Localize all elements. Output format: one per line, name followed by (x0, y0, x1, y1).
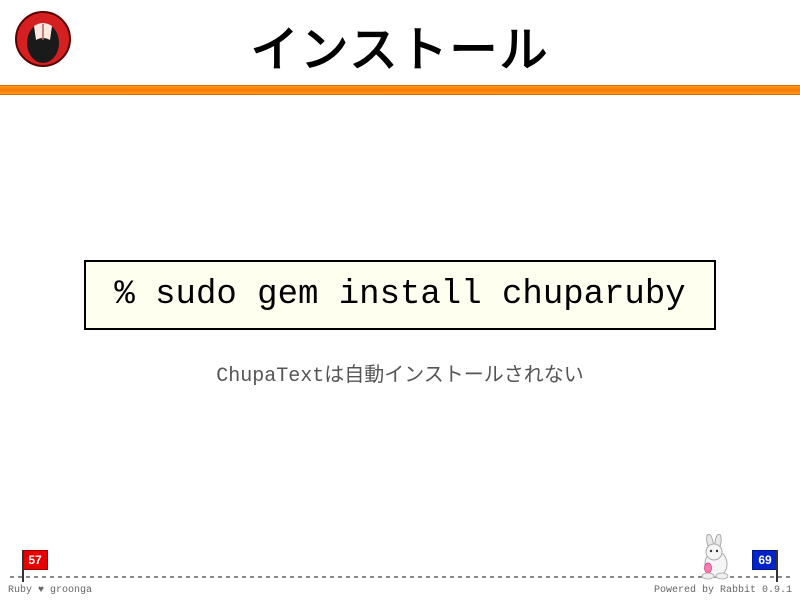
total-slide-number: 69 (752, 550, 778, 570)
flag-pole-icon (776, 550, 778, 582)
groonga-logo-icon (14, 10, 72, 68)
slide-footer: 57 69 Ruby ♥ groonga Powered by Rabbit 0… (0, 530, 800, 600)
install-command: % sudo gem install chuparuby (84, 260, 715, 330)
slide-header: インストール (0, 0, 800, 85)
progress-track (10, 576, 790, 578)
rabbit-icon (692, 534, 740, 582)
current-slide-number: 57 (22, 550, 48, 570)
slide-title: インストール (0, 0, 800, 80)
slide-content: % sudo gem install chuparuby ChupaTextは自… (0, 260, 800, 388)
flag-pole-icon (22, 550, 24, 582)
footer-left-text: Ruby ♥ groonga (8, 585, 92, 596)
progress-current-flag: 57 (22, 550, 48, 576)
progress-total-flag: 69 (752, 550, 778, 576)
footer-right-text: Powered by Rabbit 0.9.1 (654, 585, 792, 596)
install-note: ChupaTextは自動インストールされない (0, 358, 800, 388)
horizontal-divider (0, 85, 800, 95)
